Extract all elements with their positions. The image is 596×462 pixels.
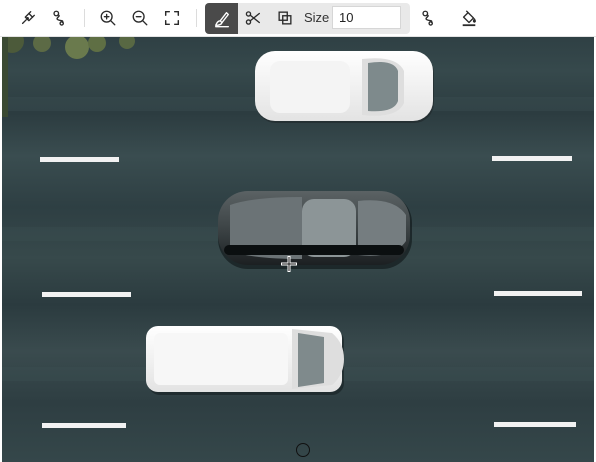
image-canvas[interactable] (2, 37, 594, 462)
zoom-in-icon[interactable] (95, 5, 121, 31)
lasso-icon[interactable] (415, 5, 441, 31)
zoom-out-icon[interactable] (127, 5, 153, 31)
size-input[interactable] (332, 6, 401, 29)
brush-icon[interactable] (205, 3, 238, 34)
scissors-icon[interactable] (240, 5, 266, 31)
lasso-icon[interactable] (46, 5, 72, 31)
crosshair-cursor-icon (281, 256, 297, 272)
road-photo (2, 37, 594, 428)
white-van (146, 326, 344, 395)
crop-icon[interactable] (272, 5, 298, 31)
dark-car (218, 191, 412, 269)
paint-bucket-icon[interactable] (456, 5, 482, 31)
toolbar: Size (0, 0, 596, 37)
pen-nib-icon[interactable] (15, 5, 41, 31)
size-label: Size (304, 10, 330, 25)
toolbar-divider (84, 9, 85, 27)
fullscreen-corners-icon[interactable] (159, 5, 185, 31)
circle-handle-icon[interactable] (296, 443, 310, 457)
white-car (255, 51, 434, 123)
toolbar-divider (196, 9, 197, 27)
